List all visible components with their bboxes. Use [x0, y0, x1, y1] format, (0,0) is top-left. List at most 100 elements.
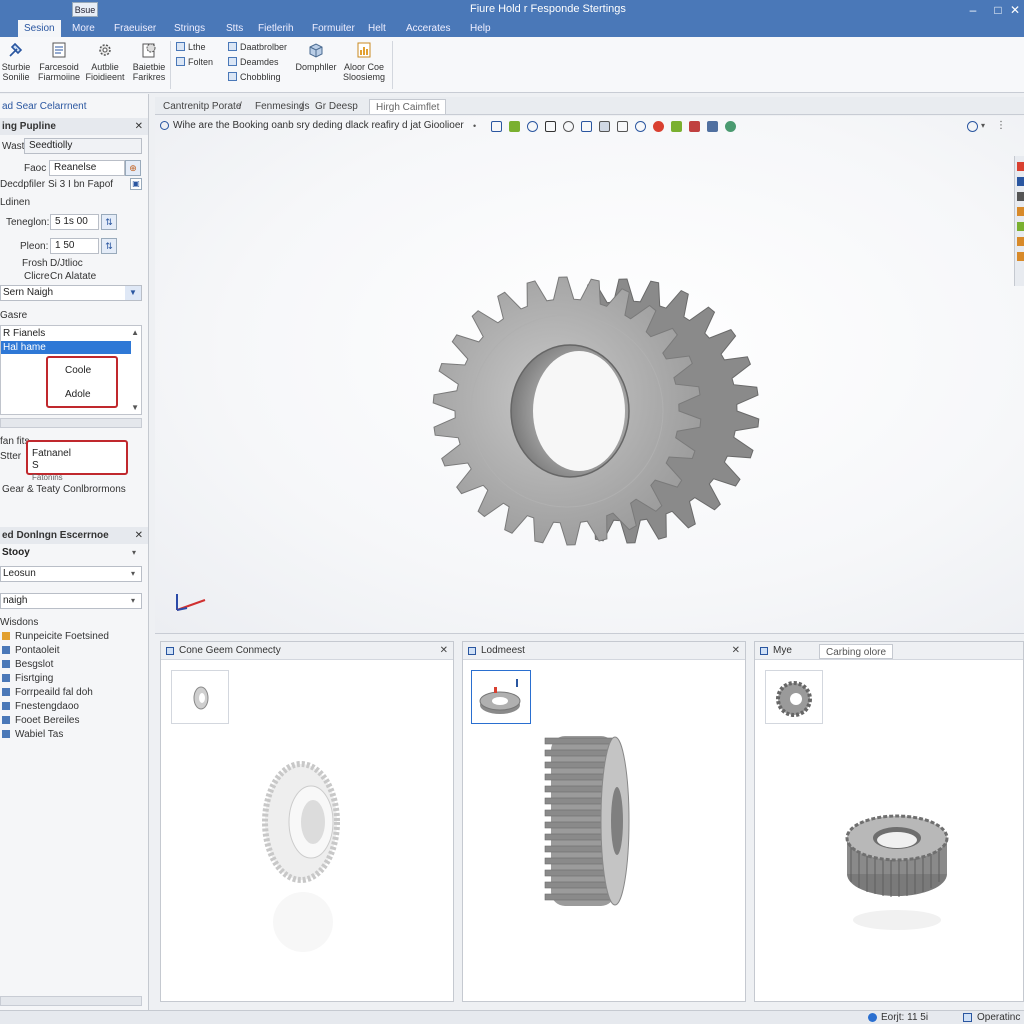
menu-item-adole[interactable]: Adole — [65, 389, 91, 400]
face-picker-icon[interactable]: ⊕ — [125, 160, 141, 176]
tool-icon[interactable] — [1017, 162, 1024, 171]
list-item-selected[interactable]: Hal hame — [1, 341, 131, 354]
axis-icon[interactable] — [509, 121, 520, 132]
record-icon[interactable] — [653, 121, 664, 132]
tool-icon[interactable] — [1017, 237, 1024, 246]
pitch-spinner-icon[interactable]: ⇅ — [101, 238, 117, 254]
body-dropdown[interactable]: Stooy ▾ — [0, 546, 142, 562]
grid-icon[interactable] — [491, 121, 502, 132]
thumbnail[interactable] — [171, 670, 229, 724]
preview-pane-2[interactable]: Lodmeest ✕ — [462, 641, 746, 1002]
render-icon[interactable] — [671, 121, 682, 132]
quick-access-button[interactable]: Bsue — [72, 2, 98, 17]
ribbon-button-chart[interactable]: Aloor Coe Sloosiemg — [342, 41, 386, 82]
rotate-icon[interactable] — [563, 121, 574, 132]
tool-icon[interactable] — [1017, 252, 1024, 261]
menu-tab-7[interactable]: Helt — [362, 20, 392, 37]
tree-item[interactable]: Fooet Bereiles — [2, 714, 79, 727]
color-icon[interactable] — [689, 121, 700, 132]
tree-item[interactable]: Besgslot — [2, 658, 53, 671]
gear-3d-model[interactable] — [427, 231, 787, 591]
search-icon[interactable] — [635, 121, 646, 132]
more-icon[interactable]: ⋮ — [996, 121, 1007, 132]
menu-item-coole[interactable]: Coole — [65, 365, 91, 376]
section-icon[interactable] — [581, 121, 592, 132]
menu-tab-6[interactable]: Formuiter — [306, 20, 361, 37]
menu-tab-help[interactable]: Help — [464, 20, 497, 37]
menu-tab-more[interactable]: More — [66, 20, 101, 37]
close-icon[interactable]: ✕ — [135, 118, 143, 135]
zoom-menu-icon[interactable] — [967, 121, 978, 132]
ribbon-small-button[interactable]: Chobbling — [228, 70, 281, 84]
close-icon[interactable]: ✕ — [732, 642, 740, 660]
tree-item[interactable]: Wabiel Tas — [2, 728, 63, 741]
close-button[interactable]: ✕ — [1004, 2, 1024, 18]
insight-dropdown[interactable]: naigh ▾ — [0, 593, 142, 609]
menu-tab-2[interactable]: Fraeuiser — [108, 20, 162, 37]
ribbon-button-gear[interactable]: Autblie Fioidieent — [83, 41, 127, 82]
tree-item[interactable]: Fnestengdaoo — [2, 700, 79, 713]
breadcrumb-item[interactable]: Fenmesings — [249, 99, 315, 114]
want-field[interactable]: Seedtiolly — [24, 138, 142, 154]
ribbon-button-box[interactable]: Domphller — [294, 41, 338, 72]
breadcrumb-item-active[interactable]: Hirgh Caimflet — [369, 99, 447, 114]
lighting-icon[interactable] — [707, 121, 718, 132]
display-icon[interactable] — [617, 121, 628, 132]
ribbon-small-button[interactable]: Folten — [176, 55, 213, 69]
breadcrumb-item[interactable]: Cantrenitp Porate — [157, 99, 247, 114]
tree-item[interactable]: Forrpeaild fal doh — [2, 686, 93, 699]
chevron-down-icon[interactable]: ▾ — [125, 567, 141, 581]
teeth-spinner-icon[interactable]: ⇅ — [101, 214, 117, 230]
close-icon[interactable]: ✕ — [135, 527, 143, 544]
ribbon-button-tools[interactable]: Sturbie Sonilie — [0, 41, 38, 82]
scroll-up-icon[interactable]: ▲ — [131, 328, 139, 337]
menu-tab-5[interactable]: Fietlerih — [252, 20, 300, 37]
image-icon[interactable]: ▣ — [130, 178, 142, 190]
horizontal-scrollbar[interactable] — [0, 418, 142, 428]
settings-icon[interactable] — [725, 121, 736, 132]
tool-icon[interactable] — [1017, 222, 1024, 231]
size-dropdown[interactable]: Sern Naigh ▼ — [0, 285, 142, 301]
ribbon-button-document[interactable]: Farcesoid Fiarmoiine — [37, 41, 81, 82]
thumbnail[interactable] — [765, 670, 823, 724]
breadcrumb-item[interactable]: Gr Deesp — [309, 99, 364, 114]
views-icon[interactable] — [599, 121, 610, 132]
ribbon-small-button[interactable]: Deamdes — [228, 55, 279, 69]
popup-line2[interactable]: S — [32, 460, 39, 471]
scroll-down-icon[interactable]: ▼ — [131, 403, 139, 412]
ribbon-small-button[interactable]: Daatbrolber — [228, 40, 287, 54]
pane-tab[interactable]: Carbing olore — [819, 644, 894, 659]
pin-icon[interactable]: • — [473, 121, 484, 132]
menu-tab-session[interactable]: Sesion — [18, 20, 61, 37]
tree-item[interactable]: Runpeicite Foetsined — [2, 630, 109, 643]
tree-item[interactable]: Fisrtging — [2, 672, 53, 685]
zoom-icon[interactable] — [527, 121, 538, 132]
thumbnail-selected[interactable] — [471, 670, 531, 724]
ribbon-button-gear-doc[interactable]: Baietbie Farikres — [127, 41, 171, 82]
tool-icon[interactable] — [1017, 192, 1024, 201]
close-icon[interactable]: ✕ — [440, 642, 448, 660]
model-dropdown[interactable]: Leosun ▾ — [0, 566, 142, 582]
preview-pane-3[interactable]: Mye Carbing olore — [754, 641, 1024, 1002]
face-field[interactable]: Reanelse — [49, 160, 125, 176]
3d-viewport[interactable]: Wihe are the Booking oanb sry deding dla… — [155, 116, 1024, 634]
teeth-field[interactable]: 5 1s 00 — [50, 214, 99, 230]
status-right[interactable]: Operatinc — [977, 1012, 1020, 1023]
chevron-down-icon[interactable]: ▾ — [126, 546, 142, 560]
right-tool-strip[interactable] — [1014, 156, 1024, 286]
menu-tab-4[interactable]: Stts — [220, 20, 249, 37]
horizontal-scrollbar[interactable] — [0, 996, 142, 1006]
chevron-down-icon[interactable]: ▾ — [125, 594, 141, 608]
panel-header-link[interactable]: ad Sear Celarrnent — [2, 101, 87, 112]
tree-item[interactable]: Pontaoleit — [2, 644, 59, 657]
chevron-down-icon[interactable]: ▼ — [125, 286, 141, 300]
ribbon-small-button[interactable]: Lthe — [176, 40, 206, 54]
menu-tab-strings[interactable]: Strings — [168, 20, 211, 37]
preview-pane-1[interactable]: Cone Geem Conmecty ✕ — [160, 641, 454, 1002]
home-icon[interactable] — [545, 121, 556, 132]
chevron-down-icon[interactable]: ▾ — [981, 121, 992, 132]
minimize-button[interactable]: – — [962, 2, 984, 18]
pitch-field[interactable]: 1 50 — [50, 238, 99, 254]
tool-icon[interactable] — [1017, 207, 1024, 216]
menu-tab-8[interactable]: Accerates — [400, 20, 456, 37]
